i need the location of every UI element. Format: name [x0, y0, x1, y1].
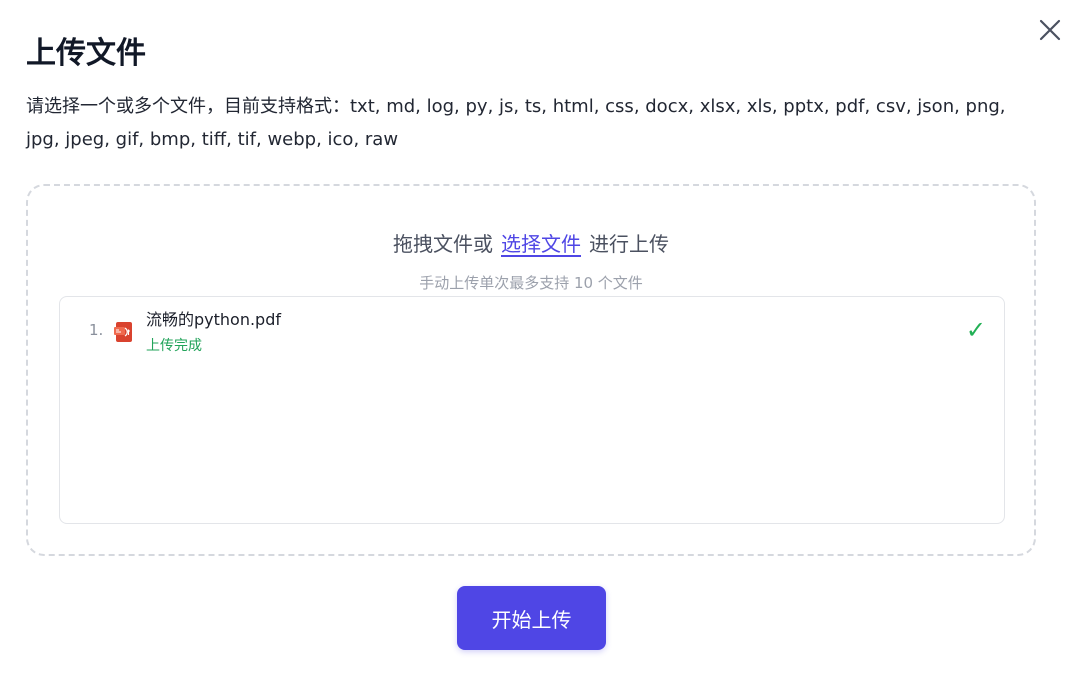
drop-hint-prefix: 拖拽文件或	[393, 232, 493, 256]
file-upload-status: 上传完成	[146, 338, 202, 354]
drop-hint-suffix: 进行上传	[589, 232, 669, 256]
supported-formats-description: 请选择一个或多个文件，目前支持格式：txt, md, log, py, js, …	[26, 96, 1006, 150]
file-list-item: 1. 流畅的python.pdf 上传完成 ✓	[60, 309, 1004, 359]
dialog-title: 上传文件	[26, 36, 146, 71]
file-name: 流畅的python.pdf	[146, 310, 282, 329]
pdf-file-icon	[114, 322, 132, 342]
choose-file-link[interactable]: 选择文件	[501, 232, 581, 256]
file-dropzone[interactable]: 拖拽文件或 选择文件 进行上传 手动上传单次最多支持 10 个文件 1. 流畅的py…	[26, 184, 1036, 556]
start-upload-button[interactable]: 开始上传	[457, 586, 606, 650]
file-list: 1. 流畅的python.pdf 上传完成 ✓	[59, 296, 1005, 524]
upload-dialog: 上传文件 请选择一个或多个文件，目前支持格式：txt, md, log, py,…	[0, 0, 1080, 679]
close-button[interactable]	[1034, 14, 1066, 46]
upload-limit-hint: 手动上传单次最多支持 10 个文件	[419, 274, 643, 292]
close-icon	[1039, 19, 1061, 41]
drop-hint: 拖拽文件或 选择文件 进行上传	[28, 226, 1034, 262]
file-index: 1.	[89, 321, 104, 339]
check-icon: ✓	[965, 316, 986, 344]
